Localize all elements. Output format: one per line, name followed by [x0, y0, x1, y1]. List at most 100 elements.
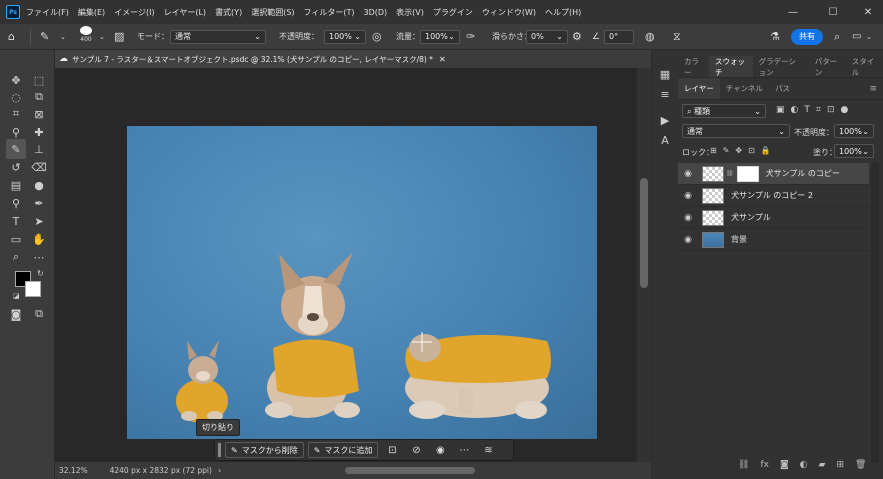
- smoothing-field[interactable]: 0% ⌄: [526, 29, 568, 44]
- layer-row[interactable]: ◉ 犬サンプル: [678, 207, 869, 229]
- disable-mask-icon[interactable]: ⊘: [406, 442, 426, 458]
- airbrush-icon[interactable]: ✑: [466, 28, 475, 45]
- lock-position-icon[interactable]: ✥: [735, 146, 742, 155]
- brush-tool-icon[interactable]: ✎: [6, 139, 26, 159]
- layer-effects-icon[interactable]: fx: [760, 460, 769, 470]
- rectangle-tool-icon[interactable]: ▭: [6, 229, 26, 249]
- tab-paths[interactable]: パス: [769, 78, 796, 99]
- workspace-icon[interactable]: ▭: [852, 28, 861, 45]
- menu-edit[interactable]: 編集(E): [78, 7, 105, 18]
- menu-file[interactable]: ファイル(F): [26, 7, 69, 18]
- search-icon[interactable]: ⌕: [834, 28, 840, 45]
- zoom-tool-icon[interactable]: ⌕: [6, 247, 26, 267]
- visibility-icon[interactable]: ◉: [430, 442, 450, 458]
- new-group-icon[interactable]: ▰: [819, 460, 826, 470]
- pressure-opacity-icon[interactable]: ◎: [372, 28, 382, 45]
- dodge-tool-icon[interactable]: ⚲: [6, 193, 26, 213]
- filter-smartobject-icon[interactable]: ⊡: [827, 105, 835, 115]
- link-icon[interactable]: ⛓: [726, 170, 734, 177]
- menu-filter[interactable]: フィルター(T): [304, 7, 355, 18]
- gradient-tool-icon[interactable]: ▤: [6, 175, 26, 195]
- layer-mask-thumbnail[interactable]: [736, 165, 759, 182]
- filter-type-icon[interactable]: T: [804, 105, 810, 115]
- layer-filter-select[interactable]: ⌕ 種類 ⌄: [682, 104, 766, 118]
- stamp-tool-icon[interactable]: ⊥: [29, 139, 49, 159]
- adjustments-icon[interactable]: ≋: [478, 442, 498, 458]
- type-tool-icon[interactable]: T: [6, 211, 26, 231]
- minimize-icon[interactable]: —: [775, 0, 811, 24]
- link-layers-icon[interactable]: ⛓: [738, 460, 749, 470]
- tab-swatches[interactable]: スウォッチ: [708, 56, 753, 77]
- menu-type[interactable]: 書式(Y): [215, 7, 242, 18]
- brush-settings-icon[interactable]: ▨: [114, 28, 124, 45]
- pressure-size-icon[interactable]: ◍: [645, 28, 655, 45]
- horizontal-scroll-thumb[interactable]: [345, 467, 475, 474]
- eraser-tool-icon[interactable]: ⌫: [29, 157, 49, 177]
- hand-tool-icon[interactable]: ✋: [29, 229, 49, 249]
- drag-handle[interactable]: [218, 443, 221, 457]
- menu-plugins[interactable]: プラグイン: [433, 7, 473, 18]
- gear-icon[interactable]: ⚙: [572, 28, 582, 45]
- actions-panel-icon[interactable]: ▶: [655, 110, 675, 130]
- new-layer-icon[interactable]: ⊞: [836, 460, 844, 470]
- frame-tool-icon[interactable]: ⊠: [29, 104, 49, 124]
- layer-row[interactable]: ◉ 犬サンプル のコピー 2: [678, 185, 869, 207]
- menu-view[interactable]: 表示(V): [396, 7, 424, 18]
- swap-colors-icon[interactable]: ↻: [37, 269, 44, 278]
- tab-channels[interactable]: チャンネル: [720, 78, 769, 99]
- tab-layers[interactable]: レイヤー: [678, 78, 720, 99]
- history-brush-tool-icon[interactable]: ↺: [6, 157, 26, 177]
- adjustments-panel-icon[interactable]: ≡: [655, 84, 675, 104]
- eye-icon[interactable]: ◉: [678, 169, 698, 179]
- new-adjustment-icon[interactable]: ◐: [800, 460, 808, 470]
- lock-transparency-icon[interactable]: ⊞: [710, 146, 717, 155]
- chevron-down-icon[interactable]: ⌄: [866, 28, 872, 45]
- default-colors-icon[interactable]: ◪: [13, 292, 20, 300]
- menu-image[interactable]: イメージ(I): [114, 7, 154, 18]
- tab-patterns[interactable]: パターン: [809, 56, 846, 77]
- eye-icon[interactable]: ◉: [678, 191, 698, 201]
- add-mask-icon[interactable]: ◙: [780, 460, 789, 470]
- filter-toggle-icon[interactable]: ●: [841, 105, 849, 115]
- menu-layer[interactable]: レイヤー(L): [164, 7, 206, 18]
- menu-window[interactable]: ウィンドウ(W): [482, 7, 536, 18]
- filter-pixel-icon[interactable]: ▣: [776, 105, 785, 115]
- blend-mode-select[interactable]: 通常 ⌄: [682, 124, 790, 138]
- lock-pixels-icon[interactable]: ✎: [723, 146, 730, 155]
- document-canvas[interactable]: [127, 126, 597, 439]
- share-button[interactable]: 共有: [791, 28, 823, 45]
- more-options-icon[interactable]: ⋯: [454, 442, 474, 458]
- tab-gradients[interactable]: グラデーション: [753, 56, 809, 77]
- brush-tool-icon[interactable]: ✎: [40, 28, 49, 45]
- brush-preset-picker[interactable]: 400: [80, 26, 92, 43]
- eye-icon[interactable]: ◉: [678, 235, 698, 245]
- opacity-field[interactable]: 100% ⌄: [324, 29, 366, 44]
- fill-field[interactable]: 100% ⌄: [834, 144, 874, 158]
- layer-row[interactable]: ◉ ⛓ 犬サンプル のコピー: [678, 163, 869, 185]
- path-select-tool-icon[interactable]: ➤: [29, 211, 49, 231]
- zoom-level[interactable]: 32.12%: [59, 466, 88, 475]
- layers-scrollbar[interactable]: [871, 163, 879, 463]
- layer-row[interactable]: ◉ 背景: [678, 229, 869, 251]
- character-panel-icon[interactable]: A: [655, 130, 675, 150]
- panel-menu-icon[interactable]: ≡: [869, 84, 877, 94]
- flow-field[interactable]: 100% ⌄: [420, 29, 460, 44]
- chevron-down-icon[interactable]: ⌄: [99, 28, 105, 45]
- chevron-right-icon[interactable]: ›: [218, 466, 221, 475]
- angle-field[interactable]: 0°: [604, 29, 634, 44]
- flask-icon[interactable]: ⚗: [770, 28, 780, 45]
- maximize-icon[interactable]: ☐: [815, 0, 851, 24]
- quick-mask-icon[interactable]: ◙: [6, 304, 26, 324]
- document-tab[interactable]: ☁ サンプル 7 - ラスター＆スマートオブジェクト.psdc @ 32.1% …: [55, 50, 446, 68]
- tab-color[interactable]: カラー: [678, 56, 709, 77]
- background-color-swatch[interactable]: [25, 281, 41, 297]
- vertical-scroll-thumb[interactable]: [640, 178, 648, 288]
- close-tab-icon[interactable]: ✕: [439, 55, 446, 64]
- menu-help[interactable]: ヘルプ(H): [545, 7, 581, 18]
- crop-tool-icon[interactable]: ⌗: [6, 104, 26, 124]
- pen-tool-icon[interactable]: ✒: [29, 193, 49, 213]
- filter-adjustment-icon[interactable]: ◐: [791, 105, 799, 115]
- menu-3d[interactable]: 3D(D): [364, 8, 388, 17]
- remove-from-mask-button[interactable]: ✎ マスクから削除: [225, 442, 304, 458]
- trash-icon[interactable]: 🗑: [855, 460, 866, 470]
